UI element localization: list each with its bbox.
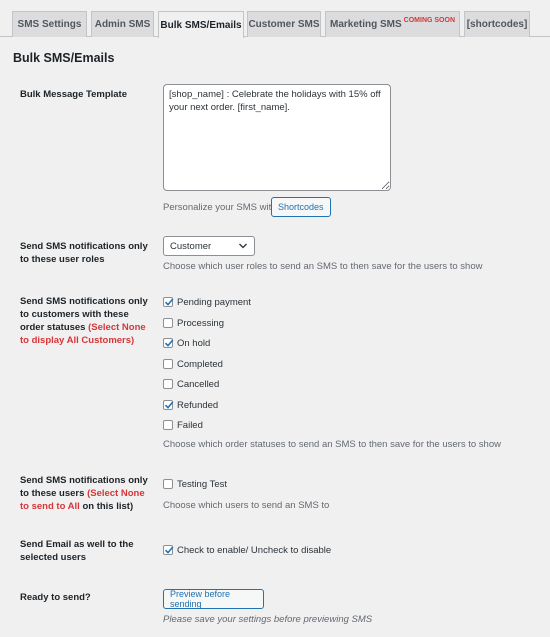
order-status-label: Completed: [177, 358, 223, 370]
checkbox-checked[interactable]: [163, 297, 174, 307]
email-enable-option[interactable]: Check to enable/ Uncheck to disable: [163, 543, 331, 557]
tab-shortcodes[interactable]: [shortcodes]: [464, 11, 530, 37]
users-help: Choose which users to send an SMS to: [163, 500, 330, 511]
tab-sms-settings[interactable]: SMS Settings: [12, 11, 87, 37]
order-status-label: On hold: [177, 337, 211, 349]
settings-tabs: SMS Settings Admin SMS Bulk SMS/Emails C…: [0, 0, 550, 38]
order-status-label: Cancelled: [177, 378, 220, 390]
user-option-testing-test[interactable]: Testing Test: [163, 477, 227, 491]
order-status-option[interactable]: On hold: [163, 336, 210, 350]
user-roles-label: Send SMS notifications only to these use…: [20, 241, 148, 265]
user-roles-selected: Customer: [170, 240, 212, 252]
checkmark-icon: [164, 546, 174, 554]
ready-label: Ready to send?: [20, 592, 91, 603]
tab-label: Bulk SMS/Emails: [160, 19, 242, 31]
chevron-down-icon: [239, 243, 247, 249]
tab-label: Marketing SMS: [329, 19, 402, 30]
user-roles-select[interactable]: Customer: [163, 236, 255, 256]
user-option-label: Testing Test: [177, 478, 227, 490]
tab-label: SMS Settings: [17, 19, 82, 30]
template-label: Bulk Message Template: [20, 89, 128, 100]
checkmark-icon: [164, 401, 174, 409]
checkbox[interactable]: [163, 420, 173, 430]
users-label: Send SMS notifications only to these use…: [20, 474, 155, 513]
checkbox[interactable]: [163, 359, 173, 369]
order-status-label: Processing: [177, 317, 224, 329]
email-label: Send Email as well to the selected users: [20, 539, 134, 563]
tab-customer-sms[interactable]: Customer SMS: [247, 11, 321, 37]
order-status-option[interactable]: Failed: [163, 418, 203, 432]
checkbox-checked[interactable]: [163, 545, 174, 555]
order-status-option[interactable]: Cancelled: [163, 377, 219, 391]
order-status-option[interactable]: Refunded: [163, 398, 218, 412]
checkmark-icon: [164, 298, 174, 306]
checkbox[interactable]: [163, 479, 173, 489]
preview-before-sending-button[interactable]: Preview before sending: [163, 589, 264, 609]
page-title: Bulk SMS/Emails: [13, 51, 115, 65]
tab-label: Admin SMS: [94, 19, 151, 30]
users-label-tail: on this list): [82, 501, 134, 512]
checkbox[interactable]: [163, 379, 173, 389]
order-status-label: Pending payment: [177, 296, 251, 308]
order-status-option[interactable]: Pending payment: [163, 295, 251, 309]
order-status-option[interactable]: Processing: [163, 316, 224, 330]
checkbox[interactable]: [163, 318, 173, 328]
tab-label: Customer SMS: [248, 19, 320, 30]
checkbox-checked[interactable]: [163, 400, 174, 410]
personalize-help-text: Personalize your SMS with: [163, 202, 277, 213]
order-status-label: Refunded: [177, 399, 219, 411]
tab-admin-sms[interactable]: Admin SMS: [91, 11, 154, 37]
order-statuses-help: Choose which order statuses to send an S…: [163, 439, 501, 450]
tab-label: [shortcodes]: [466, 19, 528, 30]
order-status-option[interactable]: Completed: [163, 357, 223, 371]
order-status-label: Failed: [177, 419, 203, 431]
bulk-message-textarea[interactable]: [163, 84, 391, 191]
shortcodes-button[interactable]: Shortcodes: [271, 197, 331, 217]
personalize-help: Personalize your SMS with: [163, 202, 277, 213]
user-roles-help: Choose which user roles to send an SMS t…: [163, 261, 483, 272]
checkmark-icon: [164, 339, 174, 347]
order-statuses-label: Send SMS notifications only to customers…: [20, 295, 155, 347]
tab-marketing-sms[interactable]: Marketing SMS COMING SOON: [325, 11, 460, 37]
tab-bulk-sms-emails[interactable]: Bulk SMS/Emails: [158, 11, 244, 38]
checkbox-checked[interactable]: [163, 338, 174, 348]
email-option-label: Check to enable/ Uncheck to disable: [177, 544, 332, 556]
preview-note: Please save your settings before preview…: [163, 614, 373, 625]
coming-soon-badge: COMING SOON: [403, 17, 456, 24]
